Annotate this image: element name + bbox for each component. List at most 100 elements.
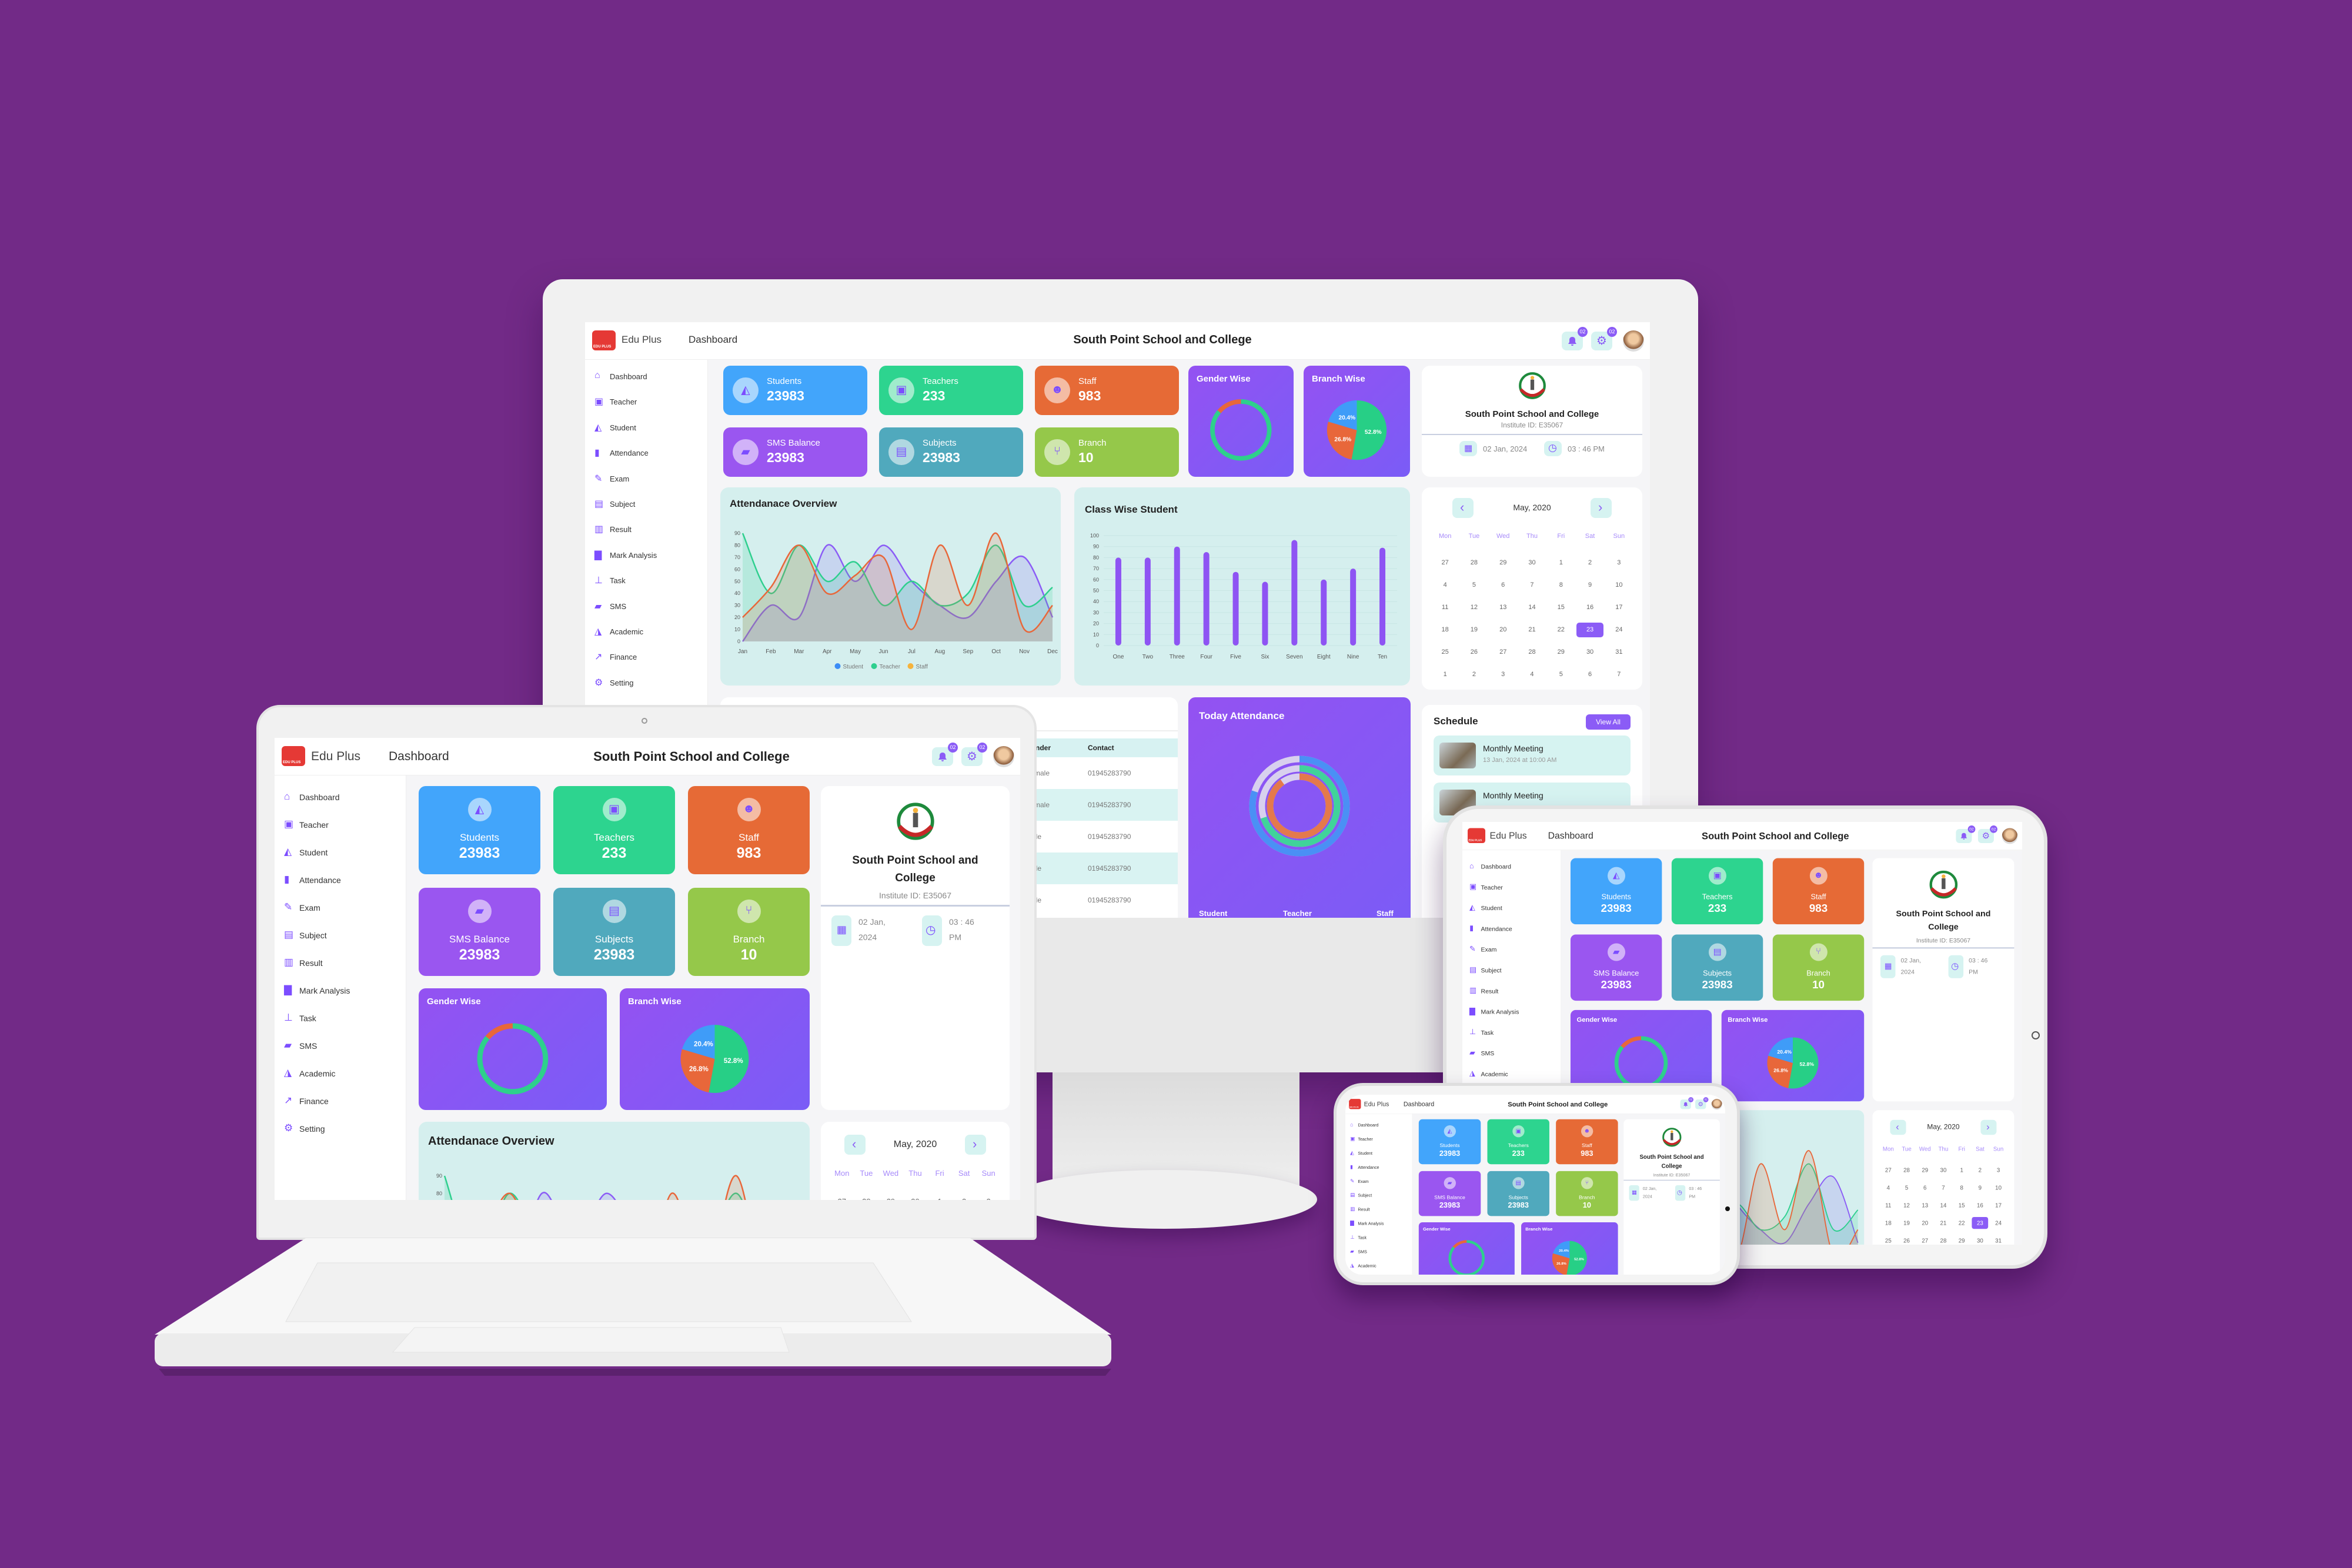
stat-card-sms-balance[interactable]: ▰ SMS Balance 23983 [723,427,867,477]
calendar-day[interactable]: 4 [1880,1182,1896,1193]
sidebar-item-academic[interactable]: ◮ Academic [1349,1262,1408,1269]
calendar-day[interactable]: 28 [856,1193,878,1200]
calendar-day[interactable]: 30 [904,1193,927,1200]
sidebar-item-sms[interactable]: ▰ SMS [283,1038,398,1054]
user-avatar[interactable] [1623,330,1644,352]
sidebar-item-task[interactable]: ⊥ Task [1349,1233,1408,1241]
notifications-button[interactable]: 02 [1562,327,1588,350]
calendar-day-selected[interactable]: 23 [1576,623,1603,637]
stat-card-students[interactable]: ◭ Students 23983 [723,366,867,415]
time-icon-button[interactable]: ◷ [922,915,942,946]
stat-card-students[interactable]: ◭ Students 23983 [419,786,540,874]
calendar-prev-button[interactable]: ‹ [1890,1119,1906,1135]
calendar-day[interactable]: 7 [1606,667,1632,682]
sidebar-item-dashboard[interactable]: ⌂ Dashboard [283,790,398,805]
calendar-day[interactable]: 27 [831,1193,853,1200]
settings-button[interactable]: ⚙ 02 [1695,1097,1709,1109]
breadcrumb-dashboard[interactable]: Dashboard [1548,831,1593,841]
sidebar-item-task[interactable]: ⊥ Task [593,573,700,589]
calendar-day[interactable]: 27 [1917,1235,1933,1245]
calendar-day[interactable]: 2 [1461,667,1487,682]
calendar-day[interactable]: 3 [1990,1164,2007,1176]
user-avatar[interactable] [993,746,1014,767]
sidebar-item-task[interactable]: ⊥ Task [1469,1027,1555,1038]
user-avatar[interactable] [1711,1099,1722,1110]
calendar-day[interactable]: 17 [1606,600,1632,615]
calendar-day[interactable]: 12 [1461,600,1487,615]
calendar-day[interactable]: 29 [1548,645,1574,660]
calendar-day[interactable]: 27 [1490,645,1516,660]
calendar-day[interactable]: 26 [1898,1235,1915,1245]
sidebar-item-teacher[interactable]: ▣ Teacher [1349,1135,1408,1143]
calendar-day[interactable]: 2 [1576,556,1603,570]
schedule-item[interactable]: Monthly Meeting 13 Jan, 2024 at 10:00 AM [1434,735,1631,775]
stat-card-teachers[interactable]: ▣ Teachers 233 [1671,858,1763,925]
notifications-button[interactable]: 02 [932,743,958,766]
date-icon-button[interactable]: ▦ [831,915,851,946]
calendar-day[interactable]: 22 [1953,1217,1970,1229]
sidebar-item-sms[interactable]: ▰ SMS [1349,1248,1408,1255]
sidebar-item-finance[interactable]: ↗ Finance [283,1094,398,1109]
calendar-day[interactable]: 6 [1576,667,1603,682]
calendar-day[interactable]: 1 [1432,667,1458,682]
calendar-next-button[interactable]: › [1591,498,1612,518]
calendar-day[interactable]: 17 [1990,1199,2007,1211]
sidebar-item-exam[interactable]: ✎ Exam [593,472,700,487]
calendar-day[interactable]: 12 [1898,1199,1915,1211]
calendar-day[interactable]: 10 [1990,1182,2007,1193]
sidebar-item-teacher[interactable]: ▣ Teacher [593,394,700,410]
calendar-day[interactable]: 18 [1880,1217,1896,1229]
notifications-button[interactable]: 02 [1680,1097,1693,1109]
calendar-day[interactable]: 22 [1548,623,1574,637]
sidebar-item-mark-analysis[interactable]: ▇ Mark Analysis [593,548,700,563]
calendar-day[interactable]: 10 [1606,578,1632,593]
sidebar-item-exam[interactable]: ✎ Exam [283,900,398,915]
calendar-day[interactable]: 7 [1519,578,1545,593]
calendar-day[interactable]: 11 [1880,1199,1896,1211]
calendar-day[interactable]: 28 [1519,645,1545,660]
stat-card-staff[interactable]: ☻ Staff 983 [1035,366,1179,415]
sidebar-item-setting[interactable]: ⚙ Setting [283,1121,398,1136]
calendar-day[interactable]: 20 [1490,623,1516,637]
calendar-day[interactable]: 21 [1935,1217,1952,1229]
date-icon-button[interactable]: ▦ [1880,955,1896,978]
sidebar-item-dashboard[interactable]: ⌂ Dashboard [1469,861,1555,872]
stat-card-staff[interactable]: ☻ Staff 983 [688,786,810,874]
stat-card-sms-balance[interactable]: ▰ SMS Balance 23983 [1570,934,1662,1001]
calendar-day-selected[interactable]: 23 [1972,1216,1989,1229]
calendar-day[interactable]: 24 [1606,623,1632,637]
stat-card-subjects[interactable]: ▤ Subjects 23983 [1671,934,1763,1001]
calendar-day[interactable]: 27 [1880,1164,1896,1176]
sidebar-item-attendance[interactable]: ▮ Attendance [593,446,700,461]
sidebar-item-dashboard[interactable]: ⌂ Dashboard [593,369,700,385]
calendar-day[interactable]: 5 [1898,1182,1915,1193]
sidebar-item-task[interactable]: ⊥ Task [283,1011,398,1026]
sidebar-item-attendance[interactable]: ▮ Attendance [1469,923,1555,935]
calendar-day[interactable]: 14 [1519,600,1545,615]
sidebar-item-dashboard[interactable]: ⌂ Dashboard [1349,1121,1408,1129]
breadcrumb-dashboard[interactable]: Dashboard [689,334,737,346]
sidebar-item-result[interactable]: ▥ Result [283,955,398,971]
sidebar-item-result[interactable]: ▥ Result [593,522,700,537]
calendar-day[interactable]: 25 [1880,1235,1896,1245]
tablet-home-button[interactable] [2032,1031,2040,1039]
calendar-day[interactable]: 13 [1490,600,1516,615]
sidebar-item-setting[interactable]: ⚙ Setting [593,676,700,691]
view-all-button[interactable]: View All [1586,714,1631,730]
calendar-day[interactable]: 1 [1953,1164,1970,1176]
user-avatar[interactable] [2002,828,2018,844]
calendar-day[interactable]: 2 [1972,1164,1988,1176]
calendar-day[interactable]: 5 [1548,667,1574,682]
calendar-day[interactable]: 1 [1548,556,1574,570]
stat-card-branch[interactable]: ⑂ Branch 10 [688,888,810,976]
stat-card-sms-balance[interactable]: ▰ SMS Balance 23983 [1418,1171,1481,1216]
sidebar-item-sms[interactable]: ▰ SMS [1469,1048,1555,1059]
calendar-next-button[interactable]: › [1980,1119,1997,1135]
calendar-day[interactable]: 4 [1519,667,1545,682]
stat-card-sms-balance[interactable]: ▰ SMS Balance 23983 [419,888,540,976]
calendar-day[interactable]: 11 [1432,600,1458,615]
trackpad[interactable] [392,1327,790,1353]
calendar-day[interactable]: 5 [1461,578,1487,593]
calendar-day[interactable]: 30 [1935,1164,1952,1176]
calendar-day[interactable]: 26 [1461,645,1487,660]
